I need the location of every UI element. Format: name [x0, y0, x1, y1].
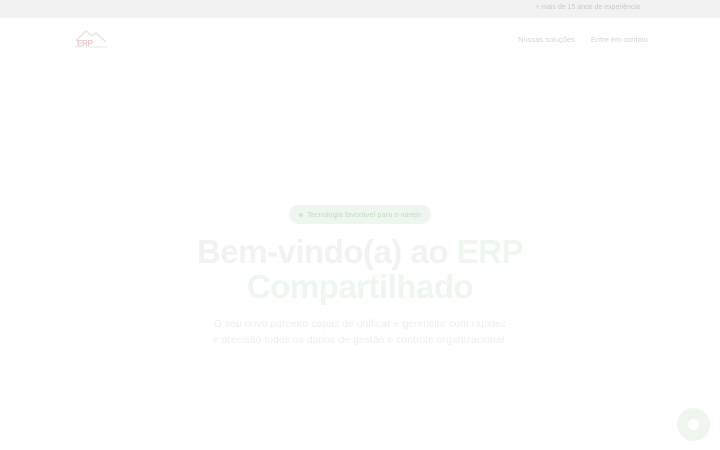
site-header: ERP Nossas soluções Entre em contato — [0, 18, 720, 60]
main-nav: Nossas soluções Entre em contato — [518, 35, 648, 44]
company-logo[interactable]: ERP — [74, 27, 108, 49]
announcement-text: + mais de 15 anos de experiência — [535, 4, 640, 11]
hero-section: Tecnologia favorável para o varejo Bem-v… — [0, 200, 720, 348]
hero-title-prefix: Bem-vindo(a) ao — [196, 233, 457, 270]
hero-title: Bem-vindo(a) ao ERP Compartilhado — [130, 234, 590, 304]
chat-widget-button[interactable] — [677, 408, 710, 441]
badge-dot-icon — [298, 213, 303, 218]
hero-badge-text: Tecnologia favorável para o varejo — [306, 210, 422, 219]
hero-description: O seu novo parceiro capaz de unificar e … — [212, 318, 508, 346]
hero-badge: Tecnologia favorável para o varejo — [288, 205, 432, 224]
nav-link-contact[interactable]: Entre em contato — [591, 35, 648, 44]
nav-link-solutions[interactable]: Nossas soluções — [518, 35, 575, 44]
top-announcement-bar: + mais de 15 anos de experiência — [0, 0, 720, 18]
logo-text: ERP — [77, 39, 93, 48]
chat-bubble-icon — [688, 419, 699, 430]
